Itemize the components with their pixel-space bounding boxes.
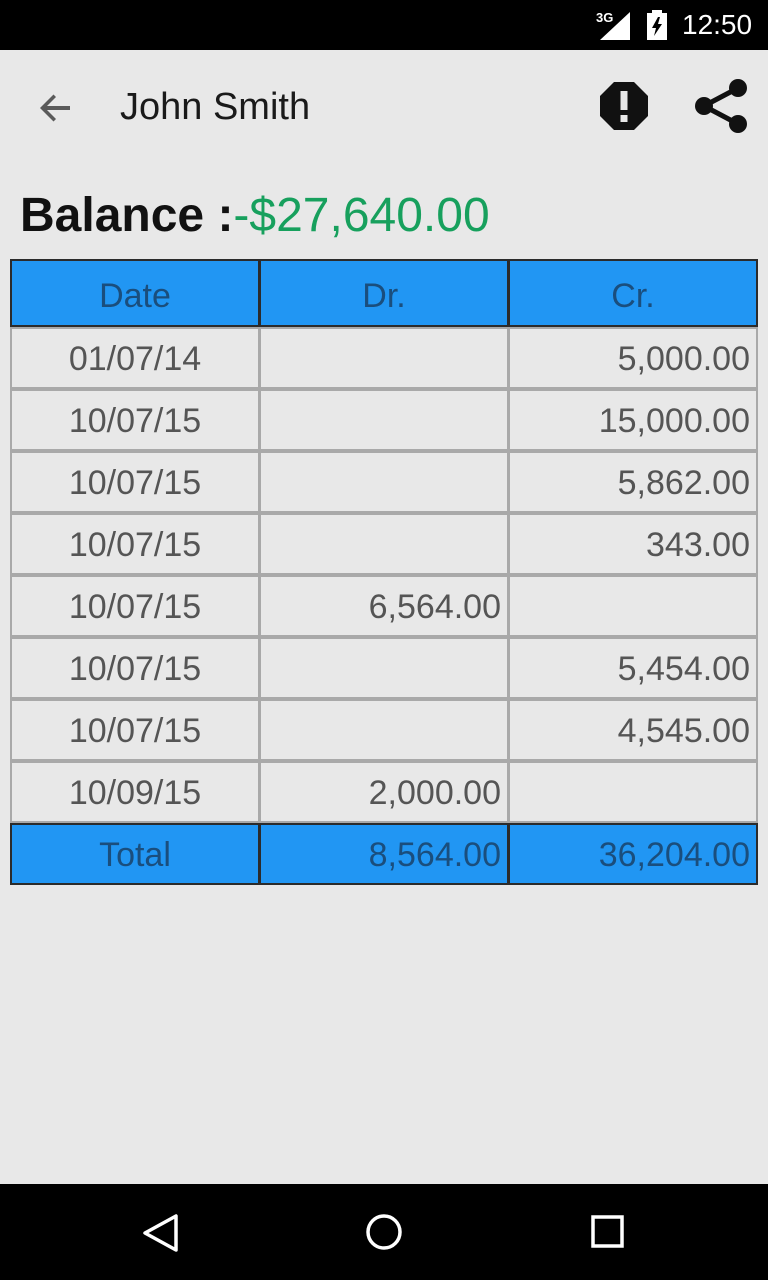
row-debit — [259, 513, 509, 575]
row-credit: 5,862.00 — [508, 451, 758, 513]
balance-value: -$27,640.00 — [233, 189, 490, 242]
total-debit: 8,564.00 — [259, 823, 509, 885]
row-debit — [259, 451, 509, 513]
row-date: 10/07/15 — [10, 637, 260, 699]
column-header-date: Date — [10, 259, 260, 327]
signal-icon — [600, 12, 630, 40]
table-row[interactable]: 10/07/15 5,454.00 — [10, 637, 758, 699]
table-row[interactable]: 10/07/15 5,862.00 — [10, 451, 758, 513]
table-row[interactable]: 10/07/15 6,564.00 — [10, 575, 758, 637]
alert-icon[interactable] — [598, 80, 650, 132]
row-date: 10/07/15 — [10, 513, 260, 575]
row-credit: 5,000.00 — [508, 327, 758, 389]
table-total-row: Total 8,564.00 36,204.00 — [10, 823, 758, 885]
nav-home-icon[interactable] — [364, 1212, 404, 1252]
balance-label: Balance : — [20, 189, 234, 242]
status-clock: 12:50 — [682, 9, 753, 40]
column-header-debit: Dr. — [259, 259, 509, 327]
nav-back-icon[interactable] — [140, 1212, 182, 1254]
row-credit: 15,000.00 — [508, 389, 758, 451]
row-date: 10/07/15 — [10, 699, 260, 761]
column-header-credit: Cr. — [508, 259, 758, 327]
status-bar: 3G 12:50 — [0, 0, 768, 50]
total-label: Total — [10, 823, 260, 885]
table-row[interactable]: 10/07/15 4,545.00 — [10, 699, 758, 761]
row-credit — [508, 761, 758, 823]
row-debit — [259, 637, 509, 699]
row-debit: 2,000.00 — [259, 761, 509, 823]
row-credit: 4,545.00 — [508, 699, 758, 761]
row-debit: 6,564.00 — [259, 575, 509, 637]
table-row[interactable]: 10/09/15 2,000.00 — [10, 761, 758, 823]
system-nav-bar — [0, 1184, 768, 1280]
table-row[interactable]: 01/07/14 5,000.00 — [10, 327, 758, 389]
balance-summary: Balance :-$27,640.00 — [20, 188, 490, 243]
back-arrow-icon[interactable] — [34, 86, 78, 130]
row-date: 10/07/15 — [10, 575, 260, 637]
row-date: 10/07/15 — [10, 451, 260, 513]
table-header: Date Dr. Cr. — [10, 259, 758, 327]
table-row[interactable]: 10/07/15 15,000.00 — [10, 389, 758, 451]
row-date: 10/07/15 — [10, 389, 260, 451]
row-date: 10/09/15 — [10, 761, 260, 823]
page-title: John Smith — [120, 86, 311, 128]
row-credit: 5,454.00 — [508, 637, 758, 699]
battery-icon — [647, 10, 667, 40]
total-credit: 36,204.00 — [508, 823, 758, 885]
row-debit — [259, 389, 509, 451]
row-debit — [259, 699, 509, 761]
row-date: 01/07/14 — [10, 327, 260, 389]
nav-recents-icon[interactable] — [590, 1214, 626, 1250]
app-bar: John Smith — [0, 50, 768, 162]
row-debit — [259, 327, 509, 389]
row-credit — [508, 575, 758, 637]
share-icon[interactable] — [694, 78, 748, 134]
row-credit: 343.00 — [508, 513, 758, 575]
table-row[interactable]: 10/07/15 343.00 — [10, 513, 758, 575]
